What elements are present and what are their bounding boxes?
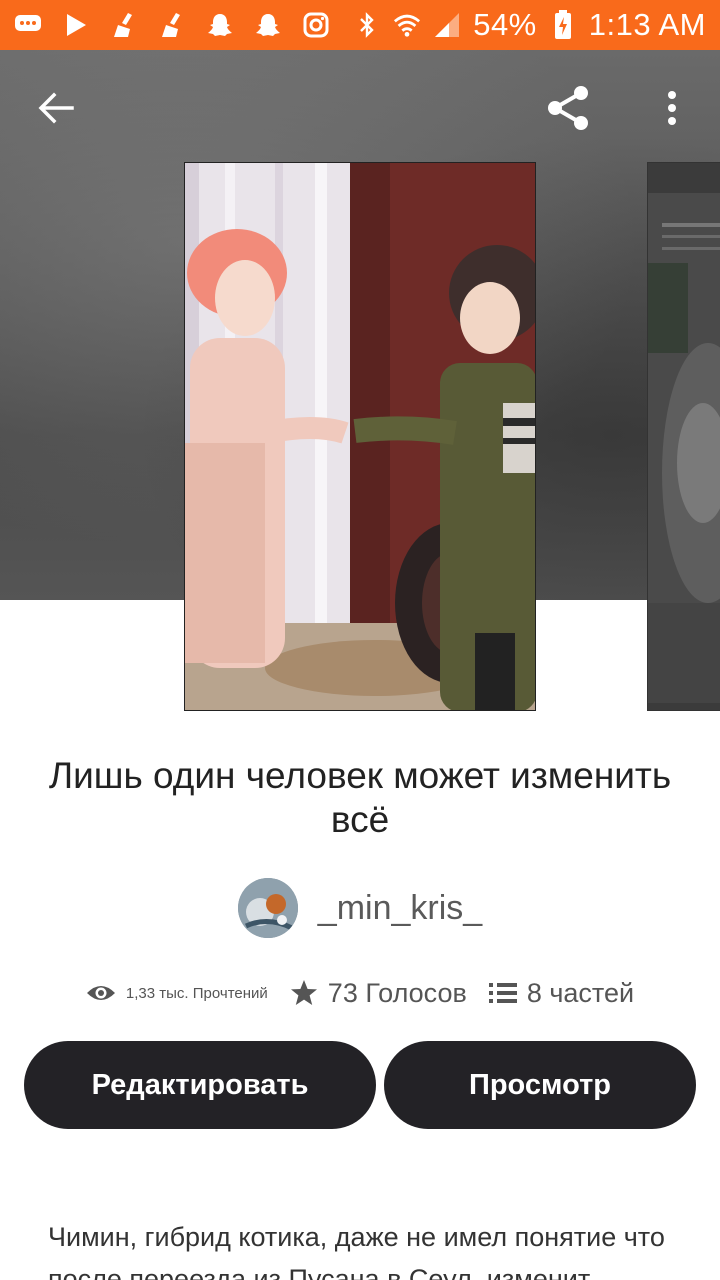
eye-icon	[86, 986, 115, 1000]
notification-icons	[14, 11, 330, 39]
author-name[interactable]: _min_kris_	[318, 889, 482, 928]
parts-count[interactable]: 8 частей	[527, 978, 634, 1009]
back-button[interactable]	[32, 84, 80, 132]
more-options-button[interactable]	[652, 84, 692, 132]
next-story-cover[interactable]	[647, 162, 720, 711]
view-button[interactable]: Просмотр	[384, 1041, 696, 1129]
wifi-icon	[393, 11, 421, 39]
battery-percent: 54%	[473, 7, 537, 42]
next-cover-illustration	[648, 163, 720, 710]
story-stats: 1,33 тыс. Прочтений 73 Голосов 8 частей	[0, 966, 720, 1020]
author-row[interactable]: _min_kris_	[0, 876, 720, 940]
story-description: Чимин, гибрид котика, даже не имел понят…	[48, 1222, 665, 1280]
clock: 1:13 AM	[588, 7, 706, 42]
battery-charging-icon	[549, 10, 577, 39]
share-icon	[548, 86, 588, 130]
chat-bubble-icon	[14, 11, 42, 39]
signal-icon	[433, 11, 461, 39]
votes-count: 73 Голосов	[327, 977, 467, 1008]
instagram-icon	[302, 11, 330, 39]
votes-stat: 73 Голосов	[290, 978, 467, 1009]
clean-broom-icon	[158, 11, 186, 39]
bluetooth-icon	[353, 11, 381, 39]
reads-count: 1,33 тыс. Прочтений	[125, 984, 268, 1002]
system-status: 54% 1:13 AM	[353, 7, 706, 43]
parts-stat[interactable]: 8 частей	[488, 978, 634, 1009]
cover-illustration	[185, 163, 535, 710]
more-vertical-icon	[668, 91, 676, 125]
story-title: Лишь один человек может изменить всё	[48, 755, 672, 840]
snapchat-icon	[206, 11, 234, 39]
reads-stat: 1,33 тыс. Прочтений	[86, 983, 268, 1003]
status-bar: 54% 1:13 AM	[0, 0, 720, 50]
share-button[interactable]	[540, 80, 596, 136]
list-icon	[488, 983, 517, 1003]
story-cover-image[interactable]	[184, 162, 536, 711]
arrow-left-icon	[38, 92, 74, 124]
avatar-image	[237, 878, 298, 938]
snapchat-icon	[254, 11, 282, 39]
clean-broom-icon	[110, 11, 138, 39]
play-store-icon	[62, 11, 90, 39]
edit-button[interactable]: Редактировать	[24, 1041, 376, 1129]
star-icon	[290, 980, 317, 1005]
author-avatar[interactable]	[237, 878, 298, 938]
